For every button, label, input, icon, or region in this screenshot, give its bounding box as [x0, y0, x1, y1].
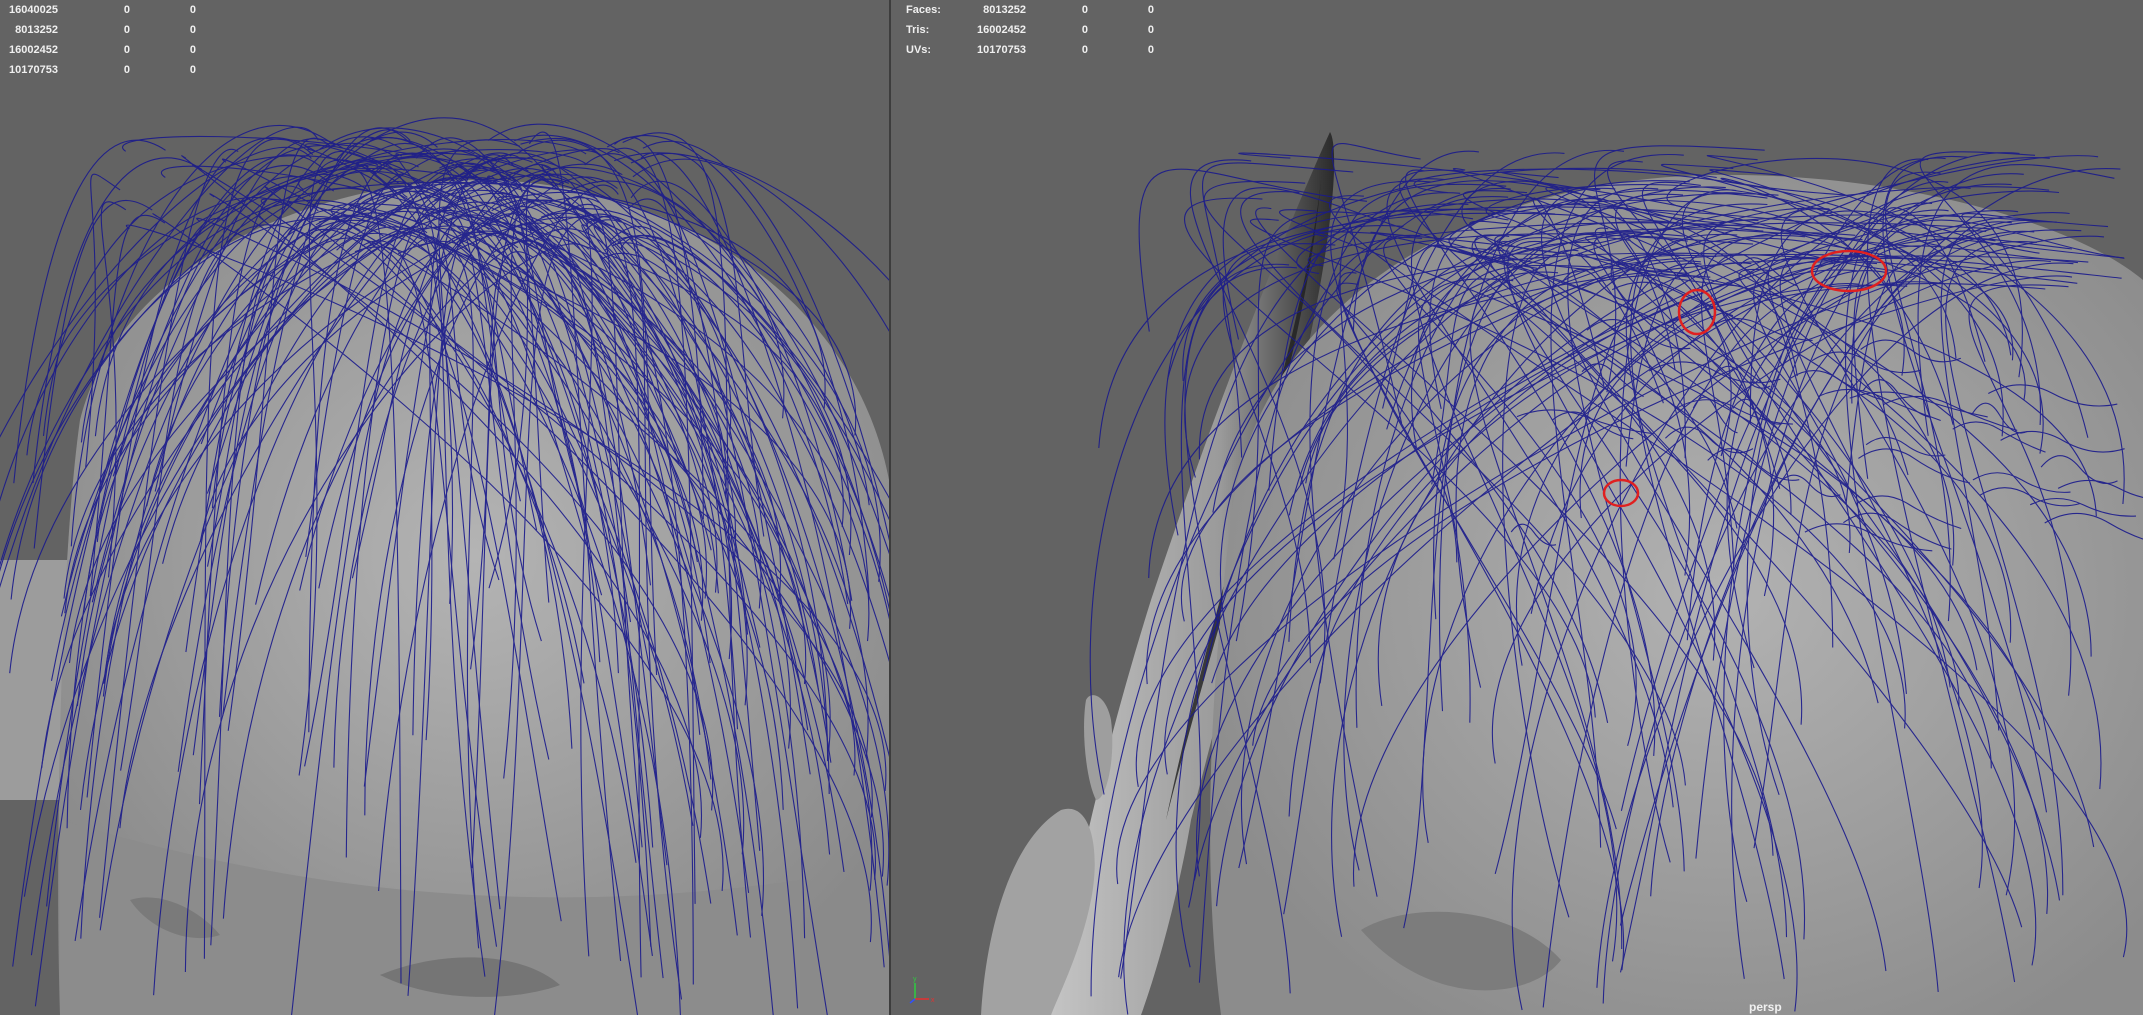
hud-row: 10170753 0 0 — [9, 64, 196, 76]
hud-row: 16002452 0 0 — [9, 44, 196, 56]
hud-row: 16040025 0 0 — [9, 4, 196, 16]
axis-gizmo: y x — [909, 976, 935, 1004]
scene-left — [0, 117, 889, 1015]
hud-row-faces: Faces: 8013252 0 0 — [906, 4, 1154, 16]
viewport-left[interactable]: 16040025 0 0 8013252 0 0 16002452 0 0 10170753… — [0, 0, 889, 1015]
hud-row-tris: Tris: 16002452 0 0 — [906, 24, 1154, 36]
hud-row-uvs: UVs: 10170753 0 0 — [906, 44, 1154, 56]
viewport-right[interactable]: Faces: 8013252 0 0 Tris: 16002452 0 0 UVs: 1017… — [891, 0, 2143, 1015]
poly-count-hud-left: 16040025 0 0 8013252 0 0 16002452 0 0 10170753… — [8, 0, 196, 80]
scene-right — [981, 132, 2143, 1015]
hud-row: 8013252 0 0 — [15, 24, 196, 36]
poly-count-hud-right: Faces: 8013252 0 0 Tris: 16002452 0 0 UVs: 1017… — [906, 0, 1154, 60]
z-axis-line — [909, 998, 916, 1004]
hair-strand — [1138, 168, 1368, 332]
x-axis-label: x — [931, 997, 935, 1004]
y-axis-label: y — [913, 976, 917, 983]
camera-label: persp — [1749, 1000, 1782, 1014]
